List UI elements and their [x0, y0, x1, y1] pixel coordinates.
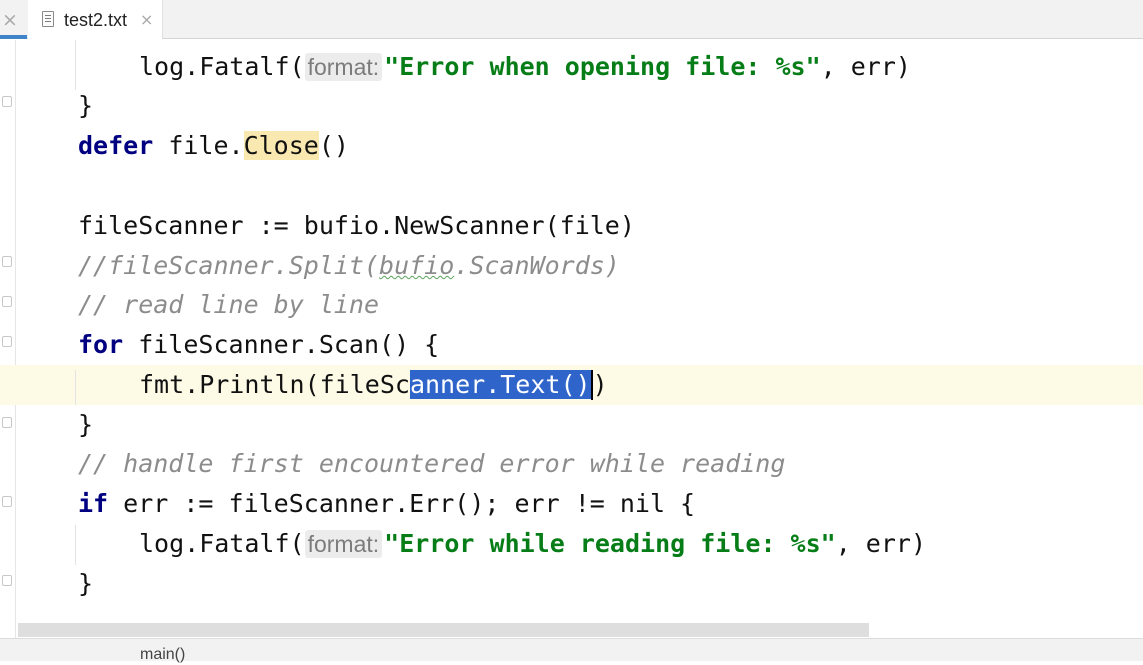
matched-identifier: Close: [243, 131, 319, 160]
horizontal-scrollbar[interactable]: [18, 623, 869, 637]
close-icon[interactable]: ×: [0, 8, 20, 32]
code-line-9: fmt.Println(fileScanner.Text()): [139, 370, 608, 400]
tab-label: test2.txt: [64, 10, 128, 30]
code-line-1: log.Fatalf(format: "Error when opening fi…: [139, 52, 911, 81]
fold-marker-icon[interactable]: [2, 336, 12, 347]
fold-marker-icon[interactable]: [2, 296, 12, 307]
code-line-13: log.Fatalf(format: "Error while reading f…: [139, 529, 927, 558]
fold-marker-icon[interactable]: [2, 575, 12, 586]
spellcheck-underline: bufio: [379, 251, 455, 280]
parameter-hint: format:: [304, 530, 383, 558]
parameter-hint: format:: [304, 53, 383, 81]
fold-marker-icon[interactable]: [2, 256, 12, 267]
tab-close-icon[interactable]: ×: [140, 8, 153, 32]
code-line-14: }: [78, 569, 94, 598]
gutter-separator: [15, 40, 16, 638]
fold-marker-icon[interactable]: [2, 96, 12, 107]
code-line-11: // handle first encountered error while …: [78, 449, 786, 478]
tab-test2-txt[interactable]: test2.txt ×: [28, 0, 163, 39]
editor-tab-bar: × test2.txt ×: [0, 0, 1143, 39]
indent-guide: [75, 40, 76, 90]
code-line-3: defer file.Close(): [78, 131, 349, 160]
indent-guide: [75, 370, 76, 405]
code-editor[interactable]: log.Fatalf(format: "Error when opening fi…: [0, 40, 1143, 638]
code-line-2: }: [78, 91, 94, 120]
tab-active-indicator: [0, 35, 27, 39]
code-line-6: //fileScanner.Split(bufio.ScanWords): [78, 251, 620, 280]
text-file-icon: [42, 11, 54, 27]
fold-marker-icon[interactable]: [2, 496, 12, 507]
breadcrumb-main[interactable]: main(): [140, 645, 185, 665]
code-line-10: }: [78, 410, 94, 439]
indent-guide: [75, 525, 76, 565]
breadcrumb-bar: main(): [0, 638, 1143, 663]
code-line-7: // read line by line: [78, 290, 380, 319]
text-selection: anner.Text(): [409, 370, 591, 399]
code-line-8: for fileScanner.Scan() {: [78, 330, 440, 359]
fold-marker-icon[interactable]: [2, 417, 12, 428]
code-line-12: if err := fileScanner.Err(); err != nil …: [78, 489, 696, 518]
code-line-5: fileScanner := bufio.NewScanner(file): [78, 211, 635, 240]
